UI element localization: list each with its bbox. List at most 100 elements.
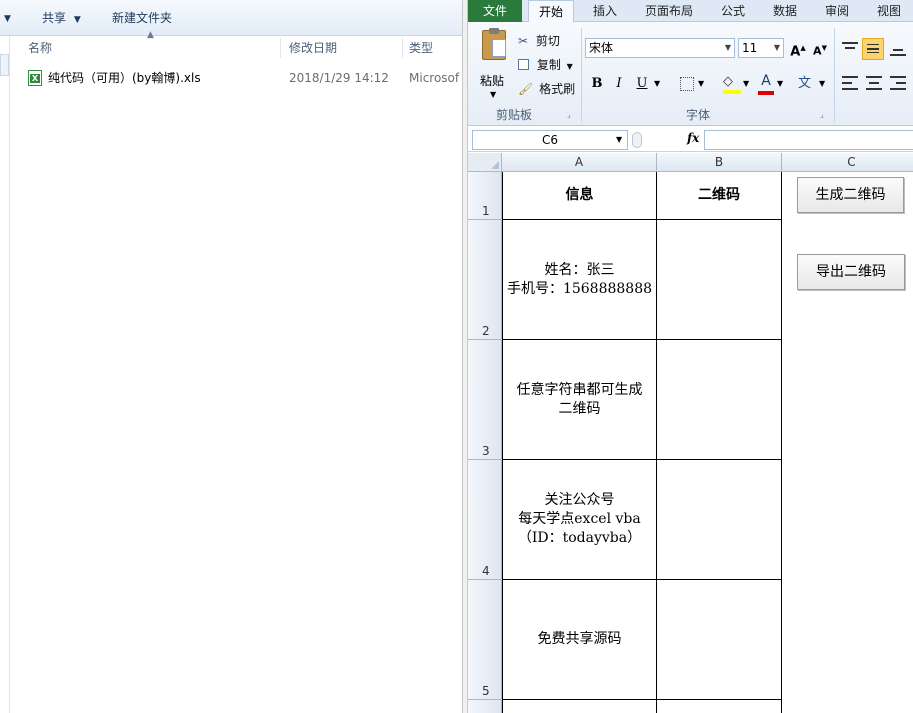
italic-button[interactable]: I — [609, 74, 629, 94]
name-box-dropdown-icon[interactable]: ▼ — [616, 135, 622, 144]
tab-view[interactable]: 视图 — [877, 3, 901, 19]
group-separator — [581, 28, 582, 122]
copy-dropdown-icon: ▼ — [566, 62, 573, 71]
bold-button[interactable]: B — [587, 74, 607, 94]
row-header-6[interactable] — [468, 700, 502, 713]
file-row[interactable]: X 纯代码（可用）(by翰博).xls 2018/1/29 14:12 Micr… — [24, 68, 462, 88]
shrink-font-icon[interactable]: A▼ — [810, 38, 830, 58]
borders-dropdown-icon[interactable]: ▼ — [698, 79, 704, 88]
clipboard-icon — [482, 28, 506, 60]
cut-button[interactable]: ✂ 剪切 — [518, 32, 560, 50]
column-name-header[interactable]: 名称 — [28, 40, 52, 56]
underline-button[interactable]: U — [632, 74, 652, 94]
align-bottom-icon[interactable] — [890, 42, 906, 56]
font-color-icon[interactable]: A — [758, 73, 774, 95]
row-number: 5 — [482, 684, 490, 698]
cell-b3[interactable] — [657, 340, 782, 460]
paste-button[interactable]: 粘贴 ▼ — [476, 28, 512, 104]
align-center-icon[interactable] — [866, 76, 882, 90]
row-header-5[interactable]: 5 — [468, 580, 502, 700]
row-header-2[interactable]: 2 — [468, 220, 502, 340]
organize-dropdown-arrow-icon[interactable]: ▼ — [4, 11, 11, 27]
font-dialog-launcher-icon[interactable]: ⌟ — [820, 110, 824, 119]
formula-bar: C6 ▼ fx — [468, 127, 913, 152]
phonetic-dropdown-icon[interactable]: ▼ — [819, 79, 825, 88]
grow-font-icon[interactable]: A▲ — [788, 38, 808, 59]
generate-qr-button[interactable]: 生成二维码 — [797, 177, 904, 213]
cell-a3[interactable]: 任意字符串都可生成 二维码 — [503, 340, 657, 460]
cell-a4[interactable]: 关注公众号 每天学点excel vba （ID：todayvba） — [503, 460, 657, 580]
share-dropdown-icon: ▼ — [73, 15, 81, 25]
file-explorer-window: ▼ 共享 ▼ 新建文件夹 ▲ 名称 修改日期 类型 X 纯代码（可用）(by翰博… — [0, 0, 462, 713]
tab-insert[interactable]: 插入 — [593, 3, 617, 19]
align-middle-icon[interactable] — [862, 38, 884, 60]
excel-file-icon: X — [28, 70, 42, 86]
row-number: 1 — [482, 204, 490, 218]
export-qr-button[interactable]: 导出二维码 — [797, 254, 905, 290]
row-header-4[interactable]: 4 — [468, 460, 502, 580]
share-menu-button[interactable]: 共享 ▼ — [42, 10, 81, 26]
font-color-dropdown-icon[interactable]: ▼ — [777, 79, 783, 88]
cell-a5[interactable]: 免费共享源码 — [503, 580, 657, 700]
cell-a1[interactable]: 信息 — [503, 172, 657, 220]
worksheet-grid: A B C 1 2 3 4 5 信息 二维码 姓名：张三 手机号：1568888… — [468, 153, 913, 713]
ribbon-tab-bar: 文件 开始 插入 页面布局 公式 数据 审阅 视图 — [468, 0, 913, 23]
align-right-icon[interactable] — [890, 76, 906, 90]
cell-b4[interactable] — [657, 460, 782, 580]
font-size-combo[interactable]: 11 ▼ — [738, 38, 784, 58]
align-top-icon[interactable] — [842, 42, 858, 56]
column-modified-header[interactable]: 修改日期 — [289, 40, 337, 56]
file-list-header: ▲ 名称 修改日期 类型 — [10, 30, 462, 60]
fill-color-dropdown-icon[interactable]: ▼ — [743, 79, 749, 88]
underline-dropdown-icon[interactable]: ▼ — [654, 79, 660, 88]
tab-formulas[interactable]: 公式 — [721, 3, 745, 19]
cell-b6[interactable] — [657, 700, 782, 713]
clipboard-dialog-launcher-icon[interactable]: ⌟ — [567, 110, 571, 119]
new-folder-button[interactable]: 新建文件夹 — [112, 10, 172, 26]
paste-label: 粘贴 — [480, 74, 505, 88]
column-divider[interactable] — [280, 38, 281, 58]
format-painter-label: 格式刷 — [539, 82, 576, 96]
row-header-1[interactable]: 1 — [468, 172, 502, 220]
tab-data[interactable]: 数据 — [773, 3, 797, 19]
scissors-icon: ✂ — [518, 34, 529, 48]
formula-input[interactable] — [704, 130, 913, 150]
font-name-combo[interactable]: 宋体 ▼ — [585, 38, 735, 58]
group-separator — [834, 28, 835, 122]
cell-b2[interactable] — [657, 220, 782, 340]
phonetic-guide-icon[interactable]: 文 — [798, 72, 816, 96]
copy-button[interactable]: 复制 ▼ — [518, 56, 573, 74]
tab-file[interactable]: 文件 — [468, 0, 522, 22]
sort-ascending-icon: ▲ — [147, 30, 154, 40]
column-header-c[interactable]: C — [782, 153, 913, 172]
share-label: 共享 — [42, 11, 67, 25]
column-type-header[interactable]: 类型 — [409, 40, 433, 56]
name-box[interactable]: C6 — [472, 130, 628, 150]
row-header-3[interactable]: 3 — [468, 340, 502, 460]
format-painter-icon: 🖌 — [518, 82, 534, 96]
select-all-corner[interactable] — [468, 153, 502, 172]
navigation-pane-edge[interactable] — [0, 36, 10, 713]
copy-label: 复制 — [536, 58, 561, 72]
file-name: 纯代码（可用）(by翰博).xls — [48, 71, 201, 85]
fill-color-icon[interactable]: ◇ — [723, 74, 741, 94]
column-header-a[interactable]: A — [502, 153, 657, 172]
insert-function-icon[interactable]: fx — [687, 131, 699, 145]
tab-home[interactable]: 开始 — [528, 0, 574, 23]
format-painter-button[interactable]: 🖌 格式刷 — [518, 80, 575, 98]
align-left-icon[interactable] — [842, 76, 858, 90]
cell-b5[interactable] — [657, 580, 782, 700]
file-type: Microsof — [409, 71, 460, 85]
cell-a2[interactable]: 姓名：张三 手机号：1568888888 — [503, 220, 657, 340]
row-number: 4 — [482, 564, 490, 578]
tab-review[interactable]: 审阅 — [825, 3, 849, 19]
formula-bar-handle[interactable] — [632, 132, 642, 148]
column-header-b[interactable]: B — [657, 153, 782, 172]
tab-page-layout[interactable]: 页面布局 — [645, 3, 693, 19]
cell-a6[interactable] — [503, 700, 657, 713]
nav-scroll-thumb[interactable] — [0, 54, 9, 76]
borders-icon[interactable] — [680, 77, 694, 91]
column-divider[interactable] — [402, 38, 403, 58]
cell-b1[interactable]: 二维码 — [657, 172, 782, 220]
row-number: 3 — [482, 444, 490, 458]
